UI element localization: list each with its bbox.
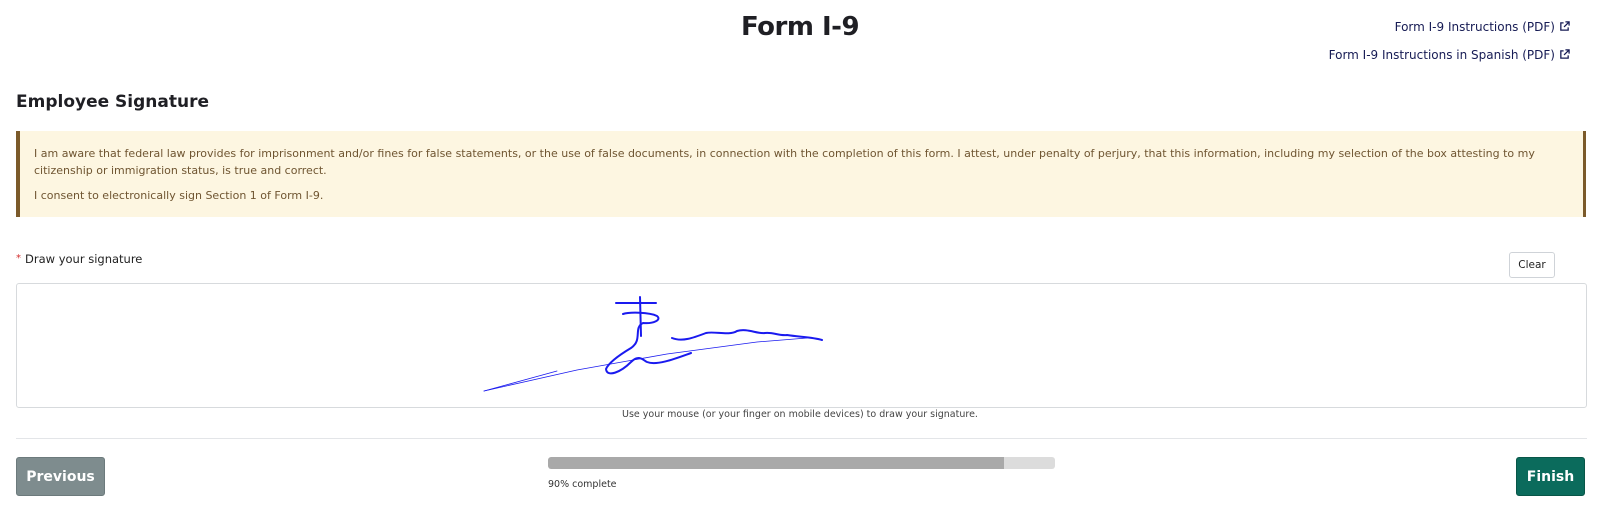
signature-drawing <box>483 296 823 392</box>
consent-text: I consent to electronically sign Section… <box>34 189 324 202</box>
progress: 90% complete <box>548 457 1055 490</box>
instructions-spanish-pdf-link-label: Form I-9 Instructions in Spanish (PDF) <box>1328 48 1555 62</box>
external-link-icon <box>1560 21 1570 31</box>
signature-label-text: Draw your signature <box>25 252 143 266</box>
required-marker: * <box>16 253 21 264</box>
instruction-links: Form I-9 Instructions (PDF) Form I-9 Ins… <box>1329 20 1570 76</box>
signature-label: * Draw your signature <box>16 252 142 266</box>
progress-bar-track <box>548 457 1055 469</box>
signature-stroke-tail <box>483 370 558 392</box>
signature-pad[interactable] <box>16 283 1587 408</box>
external-link-icon <box>1560 49 1570 59</box>
clear-signature-button[interactable]: Clear <box>1509 252 1555 278</box>
footer-divider <box>16 438 1587 439</box>
section-heading: Employee Signature <box>16 92 210 112</box>
progress-text: 90% complete <box>548 479 617 490</box>
signature-stroke-line <box>483 337 808 392</box>
signature-stroke-loop <box>605 311 692 375</box>
form-page: Form I-9 Form I-9 Instructions (PDF) For… <box>0 0 1600 528</box>
instructions-spanish-pdf-link[interactable]: Form I-9 Instructions in Spanish (PDF) <box>1329 48 1570 62</box>
attestation-notice: I am aware that federal law provides for… <box>16 131 1586 217</box>
instructions-pdf-link[interactable]: Form I-9 Instructions (PDF) <box>1329 20 1570 34</box>
attestation-text: I am aware that federal law provides for… <box>34 147 1535 177</box>
instructions-pdf-link-label: Form I-9 Instructions (PDF) <box>1394 20 1555 34</box>
finish-button[interactable]: Finish <box>1516 457 1585 496</box>
signature-hint: Use your mouse (or your finger on mobile… <box>622 409 978 420</box>
progress-bar-fill <box>548 457 1005 469</box>
previous-button[interactable]: Previous <box>16 457 105 496</box>
